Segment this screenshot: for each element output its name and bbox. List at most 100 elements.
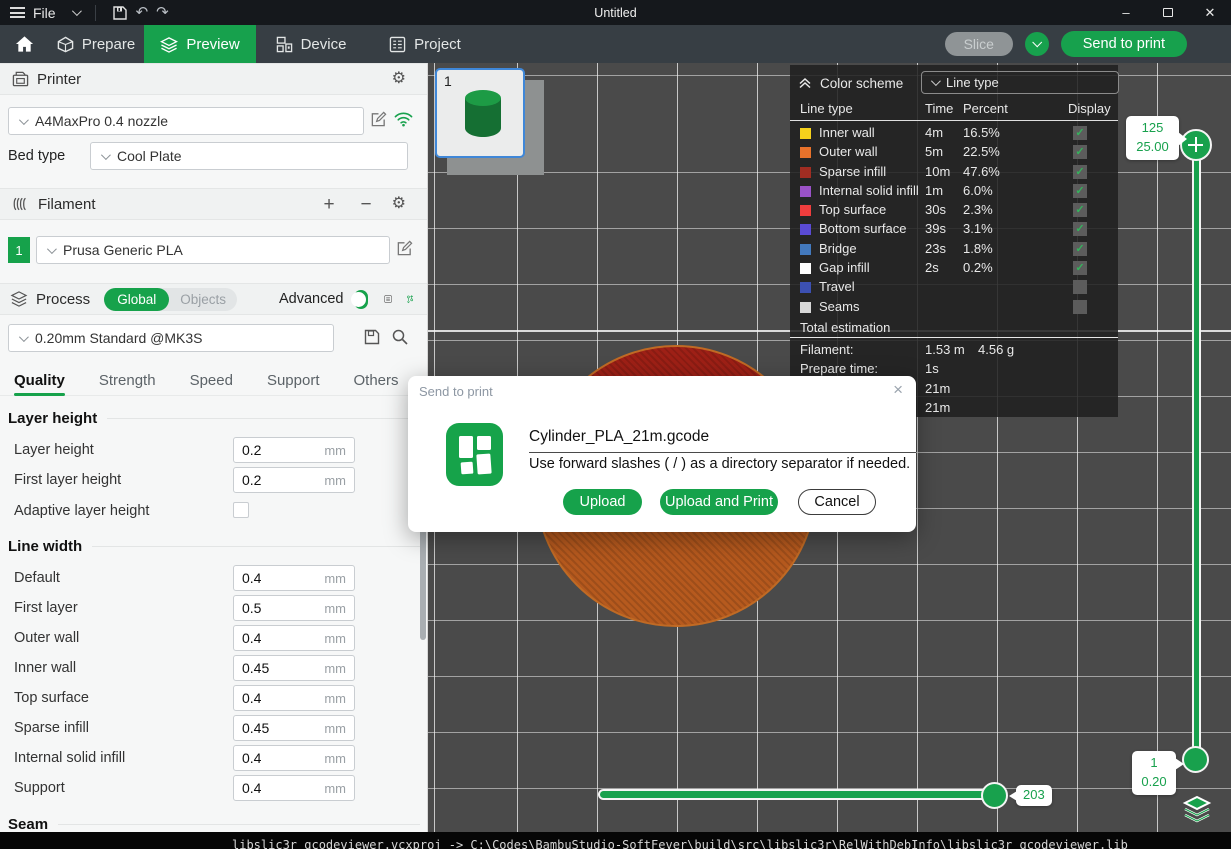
plate-number: 1: [444, 73, 452, 89]
first-layer-width-input[interactable]: 0.5mm: [233, 595, 355, 621]
minimize-button[interactable]: –: [1105, 0, 1147, 25]
compare-presets-icon[interactable]: [406, 289, 414, 309]
unit-label: mm: [324, 661, 346, 676]
tab-support[interactable]: Support: [267, 366, 320, 396]
display-checkbox[interactable]: ✓: [1073, 222, 1087, 236]
chevron-down-icon: [19, 332, 29, 342]
tab-project[interactable]: Project: [366, 25, 484, 63]
tab-device[interactable]: Device: [256, 25, 366, 63]
send-to-print-button[interactable]: Send to print: [1061, 31, 1187, 57]
view-mode-dropdown[interactable]: Line type: [921, 71, 1119, 94]
layer-slider-bottom-handle[interactable]: [1182, 746, 1209, 773]
outer-wall-width-input[interactable]: 0.4mm: [233, 625, 355, 651]
title-bar: File ↶ ↷ Untitled – ✕: [0, 0, 1231, 25]
display-checkbox[interactable]: ✓: [1073, 261, 1087, 275]
display-checkbox[interactable]: ✓: [1073, 300, 1087, 314]
tab-others[interactable]: Others: [354, 366, 399, 396]
printer-preset-value: A4MaxPro 0.4 nozzle: [35, 113, 168, 129]
home-icon: [15, 35, 34, 53]
filament-slot-badge[interactable]: 1: [8, 237, 30, 263]
parameter-list-icon[interactable]: [384, 289, 392, 309]
total-estimation-label: Total estimation: [800, 320, 890, 335]
legend-row: Inner wall4m16.5%✓: [800, 124, 1108, 143]
legend-row: Seams✓: [800, 298, 1108, 317]
display-checkbox[interactable]: ✓: [1073, 184, 1087, 198]
advanced-toggle[interactable]: [354, 290, 368, 309]
filament-preset-dropdown[interactable]: Prusa Generic PLA: [36, 236, 390, 264]
top-surface-width-input[interactable]: 0.4mm: [233, 685, 355, 711]
global-segment[interactable]: Global: [104, 288, 169, 311]
tab-preview[interactable]: Preview: [144, 25, 256, 63]
layer-height-input[interactable]: 0.2mm: [233, 437, 355, 463]
move-slider-handle[interactable]: [981, 782, 1008, 809]
wifi-connection-icon[interactable]: [394, 111, 413, 127]
layer-bottom-tooltip: 10.20: [1132, 751, 1176, 795]
device-icon: [276, 36, 293, 53]
printer-icon: [12, 71, 29, 88]
tab-speed[interactable]: Speed: [190, 366, 233, 396]
objects-segment[interactable]: Objects: [169, 292, 237, 307]
move-slider-track[interactable]: [598, 789, 1001, 800]
inner-wall-width-input[interactable]: 0.45mm: [233, 655, 355, 681]
top-surface-swatch: [800, 205, 811, 216]
file-menu-label: File: [33, 5, 56, 21]
plate-thumbnail[interactable]: 1: [435, 68, 525, 158]
tooltip-arrow: [1175, 758, 1184, 770]
process-section-title: Process: [36, 291, 90, 308]
sparse-infill-width-input[interactable]: 0.45mm: [233, 715, 355, 741]
send-options-button[interactable]: [1025, 32, 1049, 56]
tab-strength[interactable]: Strength: [99, 366, 156, 396]
printer-preset-dropdown[interactable]: A4MaxPro 0.4 nozzle: [8, 107, 364, 135]
collapse-icon[interactable]: [798, 76, 812, 90]
inner-wall-swatch: [800, 128, 811, 139]
first-layer-height-input[interactable]: 0.2mm: [233, 467, 355, 493]
display-checkbox[interactable]: ✓: [1073, 126, 1087, 140]
display-checkbox[interactable]: ✓: [1073, 165, 1087, 179]
adaptive-layer-height-checkbox[interactable]: [233, 502, 249, 518]
display-checkbox[interactable]: ✓: [1073, 242, 1087, 256]
layer-slider-track[interactable]: [1192, 145, 1201, 760]
display-checkbox[interactable]: ✓: [1073, 203, 1087, 217]
undo-icon[interactable]: ↶: [136, 5, 149, 20]
add-filament-button[interactable]: +: [323, 195, 334, 214]
home-button[interactable]: [0, 25, 48, 63]
dialog-close-icon[interactable]: ×: [893, 380, 903, 400]
printer-settings-gear-icon[interactable]: ⚙: [392, 71, 406, 87]
bed-type-label: Bed type: [8, 148, 65, 164]
support-width-input[interactable]: 0.4mm: [233, 775, 355, 801]
filament-edit-icon[interactable]: [396, 240, 413, 257]
unit-label: mm: [324, 781, 346, 796]
tab-prepare[interactable]: Prepare: [48, 25, 144, 63]
upload-button[interactable]: Upload: [563, 489, 642, 515]
top-surface-width-label: Top surface: [14, 690, 89, 706]
slice-button[interactable]: Slice: [945, 32, 1013, 56]
printer-section-title: Printer: [37, 71, 81, 88]
process-tabs: Quality Strength Speed Support Others: [0, 366, 428, 396]
internal-solid-infill-width-input[interactable]: 0.4mm: [233, 745, 355, 771]
search-icon[interactable]: [391, 328, 409, 346]
file-menu[interactable]: File: [0, 5, 89, 21]
close-button[interactable]: ✕: [1189, 0, 1231, 25]
display-checkbox[interactable]: ✓: [1073, 145, 1087, 159]
default-width-input[interactable]: 0.4mm: [233, 565, 355, 591]
redo-icon[interactable]: ↷: [156, 5, 169, 20]
remove-filament-button[interactable]: −: [361, 195, 372, 214]
filament-settings-gear-icon[interactable]: ⚙: [392, 196, 406, 212]
preview-icon: [160, 36, 178, 53]
maximize-button[interactable]: [1147, 0, 1189, 25]
save-icon[interactable]: [112, 5, 128, 21]
bed-type-dropdown[interactable]: Cool Plate: [90, 142, 408, 170]
cancel-button[interactable]: Cancel: [798, 489, 876, 515]
process-preset-dropdown[interactable]: 0.20mm Standard @MK3S: [8, 324, 334, 352]
bed-type-value: Cool Plate: [117, 148, 182, 164]
tab-quality[interactable]: Quality: [14, 366, 65, 396]
global-objects-toggle[interactable]: Global Objects: [104, 288, 237, 311]
layers-stack-icon[interactable]: [1182, 794, 1212, 824]
adaptive-layer-height-label: Adaptive layer height: [14, 503, 149, 519]
upload-and-print-button[interactable]: Upload and Print: [660, 489, 778, 515]
filename-input[interactable]: Cylinder_PLA_21m.gcode: [529, 428, 916, 453]
save-preset-icon[interactable]: [363, 328, 381, 346]
first-layer-height-label: First layer height: [14, 472, 121, 488]
printer-edit-icon[interactable]: [370, 111, 387, 128]
display-checkbox[interactable]: ✓: [1073, 280, 1087, 294]
